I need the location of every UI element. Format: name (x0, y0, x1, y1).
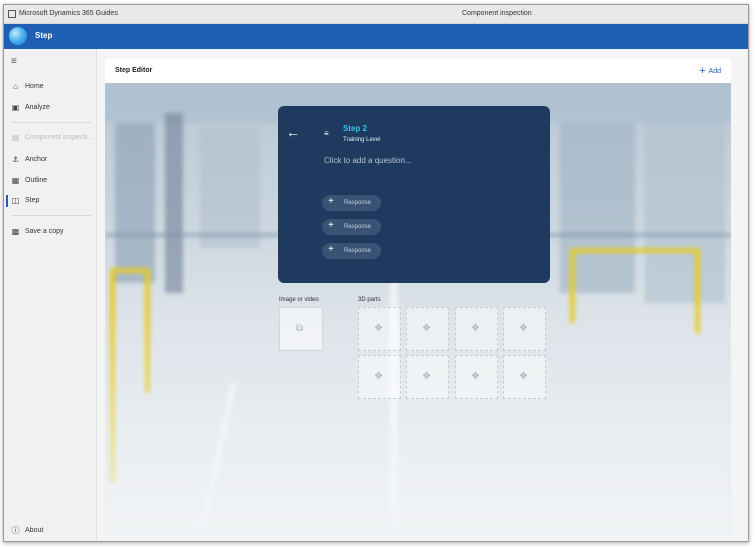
hamburger-menu-icon[interactable]: ≡ (11, 56, 17, 67)
add-response-button[interactable]: + Response (322, 243, 381, 259)
back-arrow-icon[interactable]: ← (286, 124, 300, 140)
step-card: ← ≡ Step 2 Training Level Click to add a… (278, 106, 550, 283)
sidebar-item-outline[interactable]: ▦ Outline (4, 173, 97, 189)
add-button[interactable]: + Add (699, 65, 721, 77)
app-title: Microsoft Dynamics 365 Guides (19, 10, 118, 17)
guides-logo-icon (9, 27, 27, 45)
step-editor-scene: ← ≡ Step 2 Training Level Click to add a… (105, 83, 731, 535)
3d-part-icon: ❖ (422, 323, 431, 334)
info-icon: ⓘ (11, 526, 20, 535)
step-editor-title: Step Editor (115, 67, 153, 74)
step-subtitle: Training Level (343, 137, 381, 143)
add-response-button[interactable]: + Response (322, 195, 381, 211)
sidebar-item-label: Anchor (25, 156, 48, 163)
step-editor-header: Step Editor + Add (105, 59, 731, 83)
step-number: Step 2 (343, 124, 368, 133)
app-window-icon (8, 10, 16, 18)
3d-part-icon: ❖ (422, 371, 431, 382)
sidebar-item-anchor[interactable]: ⚓ Anchor (4, 152, 97, 168)
step-icon: ◫ (11, 196, 20, 205)
sidebar-item-analyze[interactable]: ▣ Analyze (4, 100, 97, 116)
add-button-label: Add (708, 68, 721, 75)
mode-title: Step (35, 31, 53, 40)
outline-icon: ▦ (11, 176, 20, 185)
plus-icon: + (328, 220, 334, 231)
sidebar-item-step[interactable]: ◫ Step (4, 193, 97, 209)
sidebar-divider (11, 215, 91, 216)
sidebar-item-guide: ▤ Component inspecti... (4, 130, 97, 146)
app-bar: Step (4, 24, 748, 49)
3d-part-icon: ❖ (374, 323, 383, 334)
document-title: Component inspection (462, 10, 532, 17)
save-icon: ▩ (11, 227, 20, 236)
add-response-button[interactable]: + Response (322, 219, 381, 235)
main-area: Step Editor + Add ← ≡ Step 2 Training Le… (97, 49, 748, 541)
3d-part-slot[interactable]: ❖ (358, 307, 401, 351)
3d-part-slot[interactable]: ❖ (455, 307, 498, 351)
3d-part-icon: ❖ (471, 323, 480, 334)
image-video-label: Image or video (279, 297, 319, 303)
guide-icon: ▤ (11, 133, 20, 142)
3d-part-slot[interactable]: ❖ (358, 355, 401, 399)
list-icon: ≡ (324, 129, 329, 138)
home-icon: ⌂ (13, 82, 18, 91)
response-label: Response (344, 200, 372, 206)
response-label: Response (344, 224, 372, 230)
sidebar-item-label: Component inspecti... (25, 134, 93, 141)
title-bar: Microsoft Dynamics 365 Guides Component … (4, 5, 748, 24)
image-video-slot[interactable]: ⧉ (279, 307, 323, 351)
analyze-icon: ▣ (11, 103, 20, 112)
question-input[interactable]: Click to add a question... (324, 156, 412, 165)
sidebar-item-home[interactable]: ⌂ Home (4, 79, 97, 95)
sidebar-item-label: About (25, 527, 44, 534)
3d-parts-label: 3D parts (358, 297, 381, 303)
response-label: Response (344, 248, 372, 254)
3d-part-icon: ❖ (519, 371, 528, 382)
sidebar-item-label: Step (25, 197, 40, 204)
plus-icon: + (328, 196, 334, 207)
plus-icon: + (699, 65, 706, 77)
3d-part-slot[interactable]: ❖ (406, 355, 449, 399)
3d-part-icon: ❖ (519, 323, 528, 334)
3d-part-slot[interactable]: ❖ (455, 355, 498, 399)
3d-part-slot[interactable]: ❖ (503, 355, 546, 399)
3d-part-icon: ❖ (471, 371, 480, 382)
app-window: Microsoft Dynamics 365 Guides Component … (3, 4, 749, 542)
sidebar-item-label: Analyze (25, 104, 50, 111)
3d-part-slot[interactable]: ❖ (406, 307, 449, 351)
3d-part-slot[interactable]: ❖ (503, 307, 546, 351)
sidebar-divider (11, 122, 91, 123)
sidebar: ≡ ⌂ Home ▣ Analyze ▤ Component inspecti.… (4, 49, 97, 541)
sidebar-item-save-copy[interactable]: ▩ Save a copy (4, 224, 97, 240)
sidebar-item-about[interactable]: ⓘ About (4, 523, 97, 539)
sidebar-item-label: Save a copy (25, 228, 64, 235)
sidebar-item-label: Home (25, 83, 44, 90)
image-icon: ⧉ (296, 323, 304, 334)
sidebar-item-label: Outline (25, 177, 48, 184)
anchor-icon: ⚓ (11, 155, 20, 164)
plus-icon: + (328, 244, 334, 255)
3d-part-icon: ❖ (374, 371, 383, 382)
